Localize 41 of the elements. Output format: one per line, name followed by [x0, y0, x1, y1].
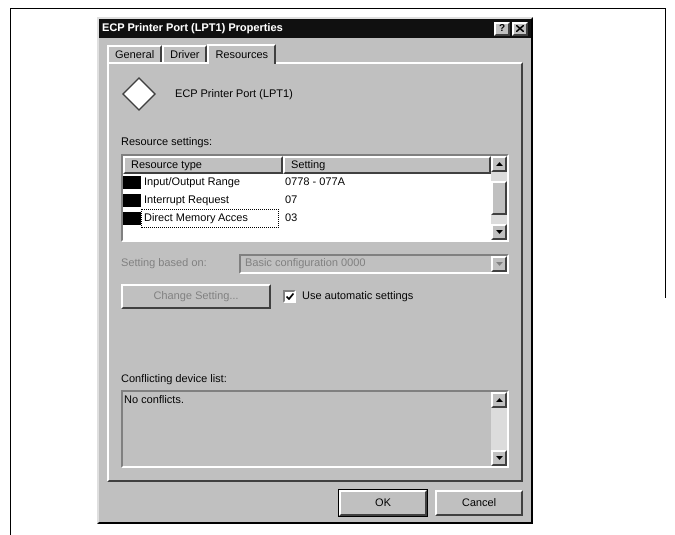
scrollbar[interactable] — [491, 392, 507, 466]
tab[interactable]: Driver — [162, 45, 208, 62]
resource-icon — [123, 212, 141, 225]
table-cell-text: 07 — [285, 193, 298, 208]
tab[interactable]: General — [107, 45, 162, 62]
close-icon — [516, 25, 524, 32]
table-cell-text: 0778 - 077A — [285, 175, 345, 190]
checkbox-label[interactable]: Use automatic settings — [302, 288, 414, 304]
resource-list[interactable]: Resource type Setting Input/Output Range 0778 - 077A Interrupt Request 07 Direct Memory Acces 03 — [121, 154, 509, 242]
tab[interactable]: Resources — [207, 44, 276, 64]
conflicts-text: No conflicts. — [123, 393, 185, 408]
port-icon — [121, 76, 157, 112]
scroll-down-button[interactable] — [491, 224, 507, 240]
down-arrow-icon — [496, 230, 502, 234]
table-cell[interactable]: Direct Memory Acces — [141, 209, 279, 228]
check-icon — [286, 292, 294, 300]
close-button[interactable] — [512, 22, 528, 36]
scroll-down-button[interactable] — [491, 450, 507, 466]
table-cell[interactable]: Input/Output Range — [141, 173, 279, 192]
dialog-button[interactable]: OK — [339, 490, 427, 516]
down-arrow-icon — [496, 456, 502, 460]
device-name: ECP Printer Port (LPT1) — [175, 86, 293, 102]
scroll-up-button[interactable] — [491, 156, 507, 172]
dialog-button[interactable]: Cancel — [435, 490, 523, 516]
table-cell[interactable]: Interrupt Request — [141, 191, 279, 210]
help-button[interactable]: ? — [494, 22, 510, 36]
column-header[interactable]: Setting — [283, 156, 491, 174]
resource-icon — [123, 194, 141, 207]
column-header[interactable]: Resource type — [123, 156, 283, 174]
table-cell-text: 03 — [285, 211, 298, 226]
up-arrow-icon — [496, 162, 502, 166]
setting-based-on-label: Setting based on: — [121, 256, 208, 272]
caret-icon — [496, 262, 502, 266]
up-arrow-icon — [496, 398, 502, 402]
scrollbar[interactable] — [491, 156, 507, 240]
resource-icon — [123, 176, 141, 189]
checkbox[interactable] — [283, 290, 296, 302]
conflicts-label: Conflicting device list: — [121, 372, 228, 386]
window-title: ECP Printer Port (LPT1) Properties — [102, 21, 283, 36]
resource-settings-label: Resource settings: — [121, 135, 214, 150]
scroll-up-button[interactable] — [491, 392, 507, 408]
